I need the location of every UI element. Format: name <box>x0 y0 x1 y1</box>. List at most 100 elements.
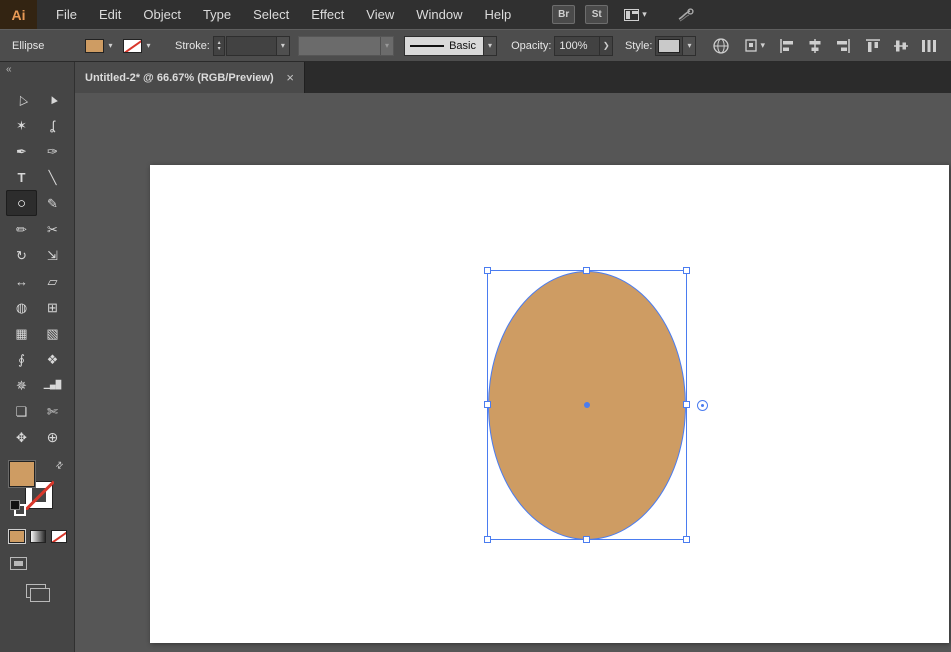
stroke-weight-combo[interactable]: ▾ <box>226 36 289 56</box>
style-dropdown-icon[interactable]: ▾ <box>682 37 695 55</box>
style-swatch <box>658 39 680 53</box>
perspective-grid-tool-icon: ⊞ <box>47 301 58 314</box>
align-left-icon[interactable] <box>779 38 795 54</box>
magic-wand-tool-icon: ✶ <box>16 119 27 132</box>
selection-handle-top-center[interactable] <box>583 267 590 274</box>
tool-line-segment[interactable]: ╲ <box>37 164 68 190</box>
align-center-icon[interactable] <box>807 38 823 54</box>
tool-free-transform[interactable]: ▱ <box>37 268 68 294</box>
tool-symbol-sprayer[interactable]: ✵ <box>6 372 37 398</box>
fill-color-swatch[interactable] <box>85 39 104 53</box>
tool-artboard[interactable]: ❏ <box>6 398 37 424</box>
style-label[interactable]: Style: <box>625 40 653 52</box>
tool-curvature[interactable]: ✑ <box>37 138 68 164</box>
selection-handle-top-right[interactable] <box>683 267 690 274</box>
tool-ellipse[interactable]: ○ <box>6 190 37 216</box>
tool-lasso[interactable]: ʆ <box>37 112 68 138</box>
align-to-dropdown[interactable]: ▾ <box>744 38 765 53</box>
tool-gradient[interactable]: ▧ <box>37 320 68 346</box>
tool-width[interactable]: ↔ <box>6 268 37 294</box>
fill-swatch[interactable] <box>9 461 35 487</box>
fill-color-control[interactable]: ▾ <box>85 38 117 54</box>
stock-button[interactable]: St <box>585 5 608 24</box>
stroke-color-control[interactable]: ▾ <box>123 38 155 54</box>
selection-handle-middle-right[interactable] <box>683 401 690 408</box>
tool-perspective-grid[interactable]: ⊞ <box>37 294 68 320</box>
tool-hand[interactable]: ✥ <box>6 424 37 450</box>
stroke-weight-label[interactable]: Stroke: <box>175 40 210 52</box>
tool-zoom[interactable]: ⊕ <box>37 424 68 450</box>
menu-file[interactable]: File <box>45 0 88 29</box>
selection-handle-bottom-center[interactable] <box>583 536 590 543</box>
fill-stroke-widget: ⇄ <box>8 458 66 516</box>
tool-type[interactable]: T <box>6 164 37 190</box>
tab-close-icon[interactable]: × <box>286 71 294 84</box>
center-anchor-point[interactable] <box>584 402 590 408</box>
selection-handle-middle-left[interactable] <box>484 401 491 408</box>
tool-blend[interactable]: ❖ <box>37 346 68 372</box>
swap-fill-stroke-icon[interactable]: ⇄ <box>54 459 67 472</box>
bridge-button[interactable]: Br <box>552 5 575 24</box>
live-shape-widget[interactable] <box>697 400 708 411</box>
opacity-label[interactable]: Opacity: <box>511 40 551 52</box>
align-right-icon[interactable] <box>835 38 851 54</box>
color-button[interactable] <box>9 530 25 543</box>
tool-magic-wand[interactable]: ✶ <box>6 112 37 138</box>
selection-bounding-box <box>487 270 687 540</box>
scale-tool-icon: ⇲ <box>47 249 58 262</box>
tool-slice[interactable]: ✄ <box>37 398 68 424</box>
menu-effect[interactable]: Effect <box>300 0 355 29</box>
tool-column-graph[interactable]: ▁▄█ <box>37 372 68 398</box>
stroke-dropdown-icon[interactable]: ▾ <box>142 38 155 54</box>
tool-scissors[interactable]: ✂ <box>37 216 68 242</box>
menu-object[interactable]: Object <box>132 0 192 29</box>
default-fill-stroke-icon[interactable] <box>10 500 22 512</box>
drawing-mode-button[interactable] <box>10 557 27 570</box>
selection-handle-bottom-left[interactable] <box>484 536 491 543</box>
arrange-chevron-icon: ▾ <box>760 40 765 51</box>
menu-type[interactable]: Type <box>192 0 242 29</box>
selection-handle-bottom-right[interactable] <box>683 536 690 543</box>
distribute-icon[interactable] <box>921 38 937 54</box>
tool-scale[interactable]: ⇲ <box>37 242 68 268</box>
tool-selection[interactable]: △ <box>6 86 37 112</box>
menu-window[interactable]: Window <box>405 0 473 29</box>
opacity-dropdown-icon[interactable]: ❯ <box>600 36 613 56</box>
tool-mesh[interactable]: ▦ <box>6 320 37 346</box>
application-menu-bar: Ai File Edit Object Type Select Effect V… <box>0 0 951 29</box>
gpu-performance-icon[interactable] <box>677 7 695 23</box>
tool-paintbrush[interactable]: ✎ <box>37 190 68 216</box>
gradient-button[interactable] <box>30 530 46 543</box>
tool-pen[interactable]: ✒ <box>6 138 37 164</box>
selection-handle-top-left[interactable] <box>484 267 491 274</box>
collapse-panel-icon[interactable]: « <box>6 64 12 75</box>
tool-shape-builder[interactable]: ◍ <box>6 294 37 320</box>
screen-mode-button[interactable] <box>26 584 46 598</box>
stroke-weight-dropdown-icon[interactable]: ▾ <box>276 37 289 55</box>
align-middle-icon[interactable] <box>893 38 909 54</box>
style-combo[interactable]: ▾ <box>655 36 696 56</box>
stroke-color-swatch[interactable] <box>123 39 142 53</box>
brush-name: Basic <box>449 40 476 52</box>
document-tab[interactable]: Untitled-2* @ 66.67% (RGB/Preview) × <box>75 62 305 93</box>
stroke-weight-stepper[interactable]: ▴ ▾ <box>213 36 226 56</box>
recolor-artwork-button[interactable] <box>712 37 730 55</box>
fill-dropdown-icon[interactable]: ▾ <box>104 38 117 54</box>
menu-help[interactable]: Help <box>473 0 522 29</box>
tool-rotate[interactable]: ↻ <box>6 242 37 268</box>
menu-view[interactable]: View <box>355 0 405 29</box>
workspace-icon <box>624 9 639 21</box>
none-button[interactable] <box>51 530 67 543</box>
active-tool-label: Ellipse <box>12 40 85 52</box>
tool-direct-selection[interactable]: ▲ <box>37 86 68 112</box>
tool-pencil[interactable]: ✏ <box>6 216 37 242</box>
brush-dropdown-icon[interactable]: ▾ <box>483 37 496 55</box>
menu-edit[interactable]: Edit <box>88 0 132 29</box>
menu-select[interactable]: Select <box>242 0 300 29</box>
opacity-input[interactable] <box>554 36 600 56</box>
tool-eyedropper[interactable]: ∮ <box>6 346 37 372</box>
workspace-switcher[interactable]: ▾ <box>624 9 647 21</box>
brush-definition-combo[interactable]: Basic ▾ <box>404 36 497 56</box>
stepper-down-icon[interactable]: ▾ <box>218 46 221 52</box>
align-top-icon[interactable] <box>865 38 881 54</box>
